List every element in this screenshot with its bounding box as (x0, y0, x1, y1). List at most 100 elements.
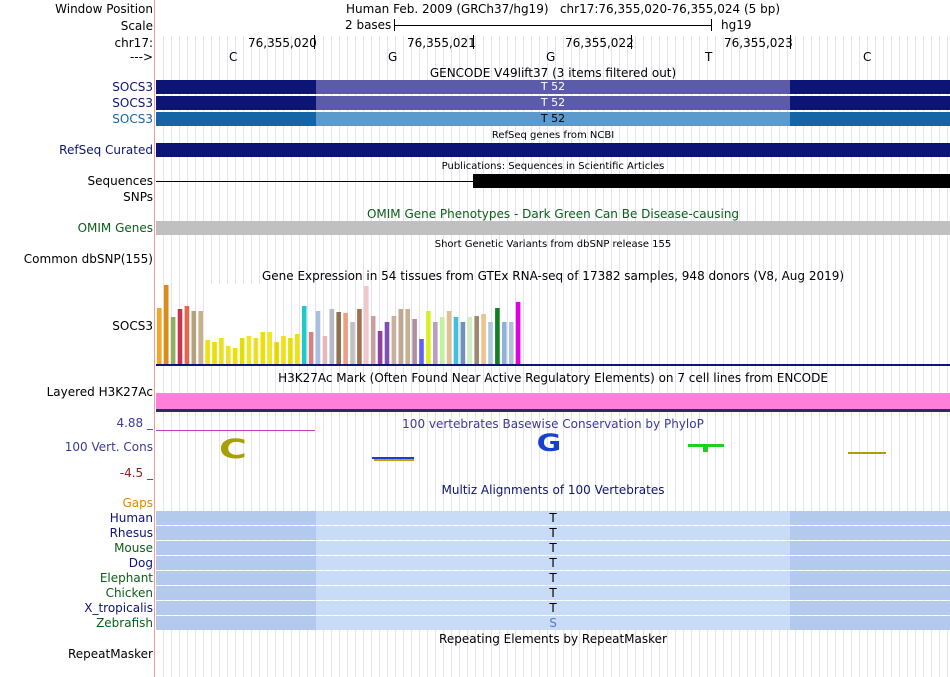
alignment-row-human[interactable]: T (156, 511, 950, 525)
omim-label[interactable]: OMIM Genes (78, 221, 153, 235)
sequences-label[interactable]: Sequences (88, 174, 153, 188)
gtex-tissue-bar[interactable] (295, 334, 300, 364)
species-label-dog[interactable]: Dog (129, 556, 153, 570)
gtex-tissue-bar[interactable] (357, 309, 362, 364)
gencode-track-title[interactable]: GENCODE V49lift37 (3 items filtered out) (156, 66, 950, 80)
publications-track-title[interactable]: Publications: Sequences in Scientific Ar… (156, 160, 950, 174)
species-label-mouse[interactable]: Mouse (114, 541, 153, 555)
gencode-item-label[interactable]: SOCS3 (112, 96, 153, 110)
refseq-label[interactable]: RefSeq Curated (59, 143, 153, 157)
gtex-tissue-bar[interactable] (453, 317, 459, 364)
gtex-tissue-bar[interactable] (170, 317, 176, 364)
gaps-label[interactable]: Gaps (122, 496, 153, 510)
gtex-tissue-bar[interactable] (419, 339, 424, 364)
gtex-tissue-bar[interactable] (398, 309, 404, 364)
gtex-tissue-bar[interactable] (412, 319, 417, 364)
gtex-tissue-bar[interactable] (232, 348, 238, 364)
gtex-tissue-bar[interactable] (433, 322, 438, 364)
sequence-block[interactable] (473, 174, 950, 188)
gtex-tissue-bar[interactable] (370, 316, 376, 364)
gtex-tissue-bar[interactable] (446, 311, 452, 364)
snps-label[interactable]: SNPs (123, 190, 153, 204)
alignment-row-dog[interactable]: T (156, 556, 950, 570)
alignment-row-chicken[interactable]: T (156, 586, 950, 600)
gtex-tissue-bar[interactable] (329, 309, 335, 364)
gtex-tissue-bar[interactable] (384, 322, 390, 364)
gtex-tissue-bar[interactable] (177, 309, 183, 364)
alignment-row-rhesus[interactable]: T (156, 526, 950, 540)
omim-track-title[interactable]: OMIM Gene Phenotypes - Dark Green Can Be… (156, 207, 950, 221)
gtex-tissue-bar[interactable] (219, 338, 224, 364)
gtex-tissue-bar[interactable] (322, 336, 328, 364)
gtex-tissue-bar[interactable] (343, 313, 348, 364)
multiz-track-title[interactable]: Multiz Alignments of 100 Vertebrates (156, 483, 950, 497)
repeatmasker-label[interactable]: RepeatMasker (68, 647, 153, 661)
gtex-tissue-bar[interactable] (198, 311, 203, 364)
species-label-chicken[interactable]: Chicken (106, 586, 153, 600)
species-label-zebrafish[interactable]: Zebrafish (96, 616, 153, 630)
gtex-tissue-bar[interactable] (253, 338, 259, 364)
gtex-tissue-bar[interactable] (226, 346, 231, 364)
gtex-tissue-bar[interactable] (405, 309, 410, 364)
alignment-row-elephant[interactable]: T (156, 571, 950, 585)
gtex-tissue-bar[interactable] (502, 322, 507, 364)
omim-phenotype-bar[interactable] (156, 221, 950, 235)
species-label-human[interactable]: Human (110, 511, 153, 525)
gtex-tissue-bar[interactable] (439, 317, 445, 364)
h3k27ac-label[interactable]: Layered H3K27Ac (47, 385, 153, 399)
gtex-tissue-bar[interactable] (488, 322, 493, 364)
gtex-tissue-bar[interactable] (495, 308, 500, 364)
gtex-bar-chart[interactable] (156, 284, 950, 366)
gtex-tissue-bar[interactable] (515, 302, 521, 364)
alignment-row-x-tropicalis[interactable]: T (156, 601, 950, 615)
gtex-tissue-bar[interactable] (267, 332, 272, 364)
gtex-tissue-bar[interactable] (274, 342, 279, 364)
gtex-tissue-bar[interactable] (508, 322, 514, 364)
gencode-codon-label: T 52 (540, 96, 566, 109)
gtex-tissue-bar[interactable] (281, 336, 286, 364)
species-label-rhesus[interactable]: Rhesus (110, 526, 153, 540)
h3k27ac-track-title[interactable]: H3K27Ac Mark (Often Found Near Active Re… (156, 371, 950, 385)
gtex-gene-label[interactable]: SOCS3 (112, 319, 153, 333)
species-label-elephant[interactable]: Elephant (100, 571, 153, 585)
refseq-gene-bar[interactable] (156, 143, 950, 157)
alignment-base: T (316, 556, 790, 570)
alignment-base: T (316, 541, 790, 555)
gtex-tissue-bar[interactable] (364, 286, 369, 364)
gtex-tissue-bar[interactable] (239, 338, 245, 364)
gencode-item-label[interactable]: SOCS3 (112, 80, 153, 94)
dbsnp-label[interactable]: Common dbSNP(155) (24, 252, 153, 266)
alignment-row-mouse[interactable]: T (156, 541, 950, 555)
gtex-tissue-bar[interactable] (426, 311, 431, 364)
gtex-tissue-bar[interactable] (350, 322, 355, 364)
gtex-tissue-bar[interactable] (474, 316, 479, 364)
gtex-tissue-bar[interactable] (260, 332, 266, 364)
gtex-tissue-bar[interactable] (157, 308, 162, 364)
gtex-track-title[interactable]: Gene Expression in 54 tissues from GTEx … (156, 269, 950, 283)
gtex-tissue-bar[interactable] (301, 306, 307, 364)
h3k27ac-signal[interactable] (156, 393, 950, 409)
gtex-tissue-bar[interactable] (460, 322, 466, 364)
gtex-tissue-bar[interactable] (184, 306, 190, 364)
gtex-tissue-bar[interactable] (467, 317, 473, 364)
gtex-tissue-bar[interactable] (212, 342, 217, 364)
gtex-tissue-bar[interactable] (377, 331, 383, 364)
phylop-label[interactable]: 100 Vert. Cons (65, 440, 153, 454)
species-label-x-tropicalis[interactable]: X_tropicalis (84, 601, 153, 615)
ruler-tick (790, 35, 791, 49)
gtex-tissue-bar[interactable] (288, 338, 293, 364)
gencode-item-label[interactable]: SOCS3 (112, 112, 153, 126)
gtex-tissue-bar[interactable] (391, 316, 397, 364)
gtex-tissue-bar[interactable] (191, 311, 197, 364)
refseq-track-title[interactable]: RefSeq genes from NCBI (156, 129, 950, 143)
gtex-tissue-bar[interactable] (163, 285, 169, 364)
dbsnp-track-title[interactable]: Short Genetic Variants from dbSNP releas… (156, 238, 950, 252)
alignment-row-zebrafish[interactable]: S (156, 616, 950, 630)
gtex-tissue-bar[interactable] (481, 314, 486, 364)
repeatmasker-track-title[interactable]: Repeating Elements by RepeatMasker (156, 632, 950, 646)
gtex-tissue-bar[interactable] (205, 340, 210, 364)
gtex-tissue-bar[interactable] (315, 311, 321, 364)
gtex-tissue-bar[interactable] (308, 332, 314, 364)
gtex-tissue-bar[interactable] (336, 312, 341, 364)
gtex-tissue-bar[interactable] (246, 336, 252, 364)
